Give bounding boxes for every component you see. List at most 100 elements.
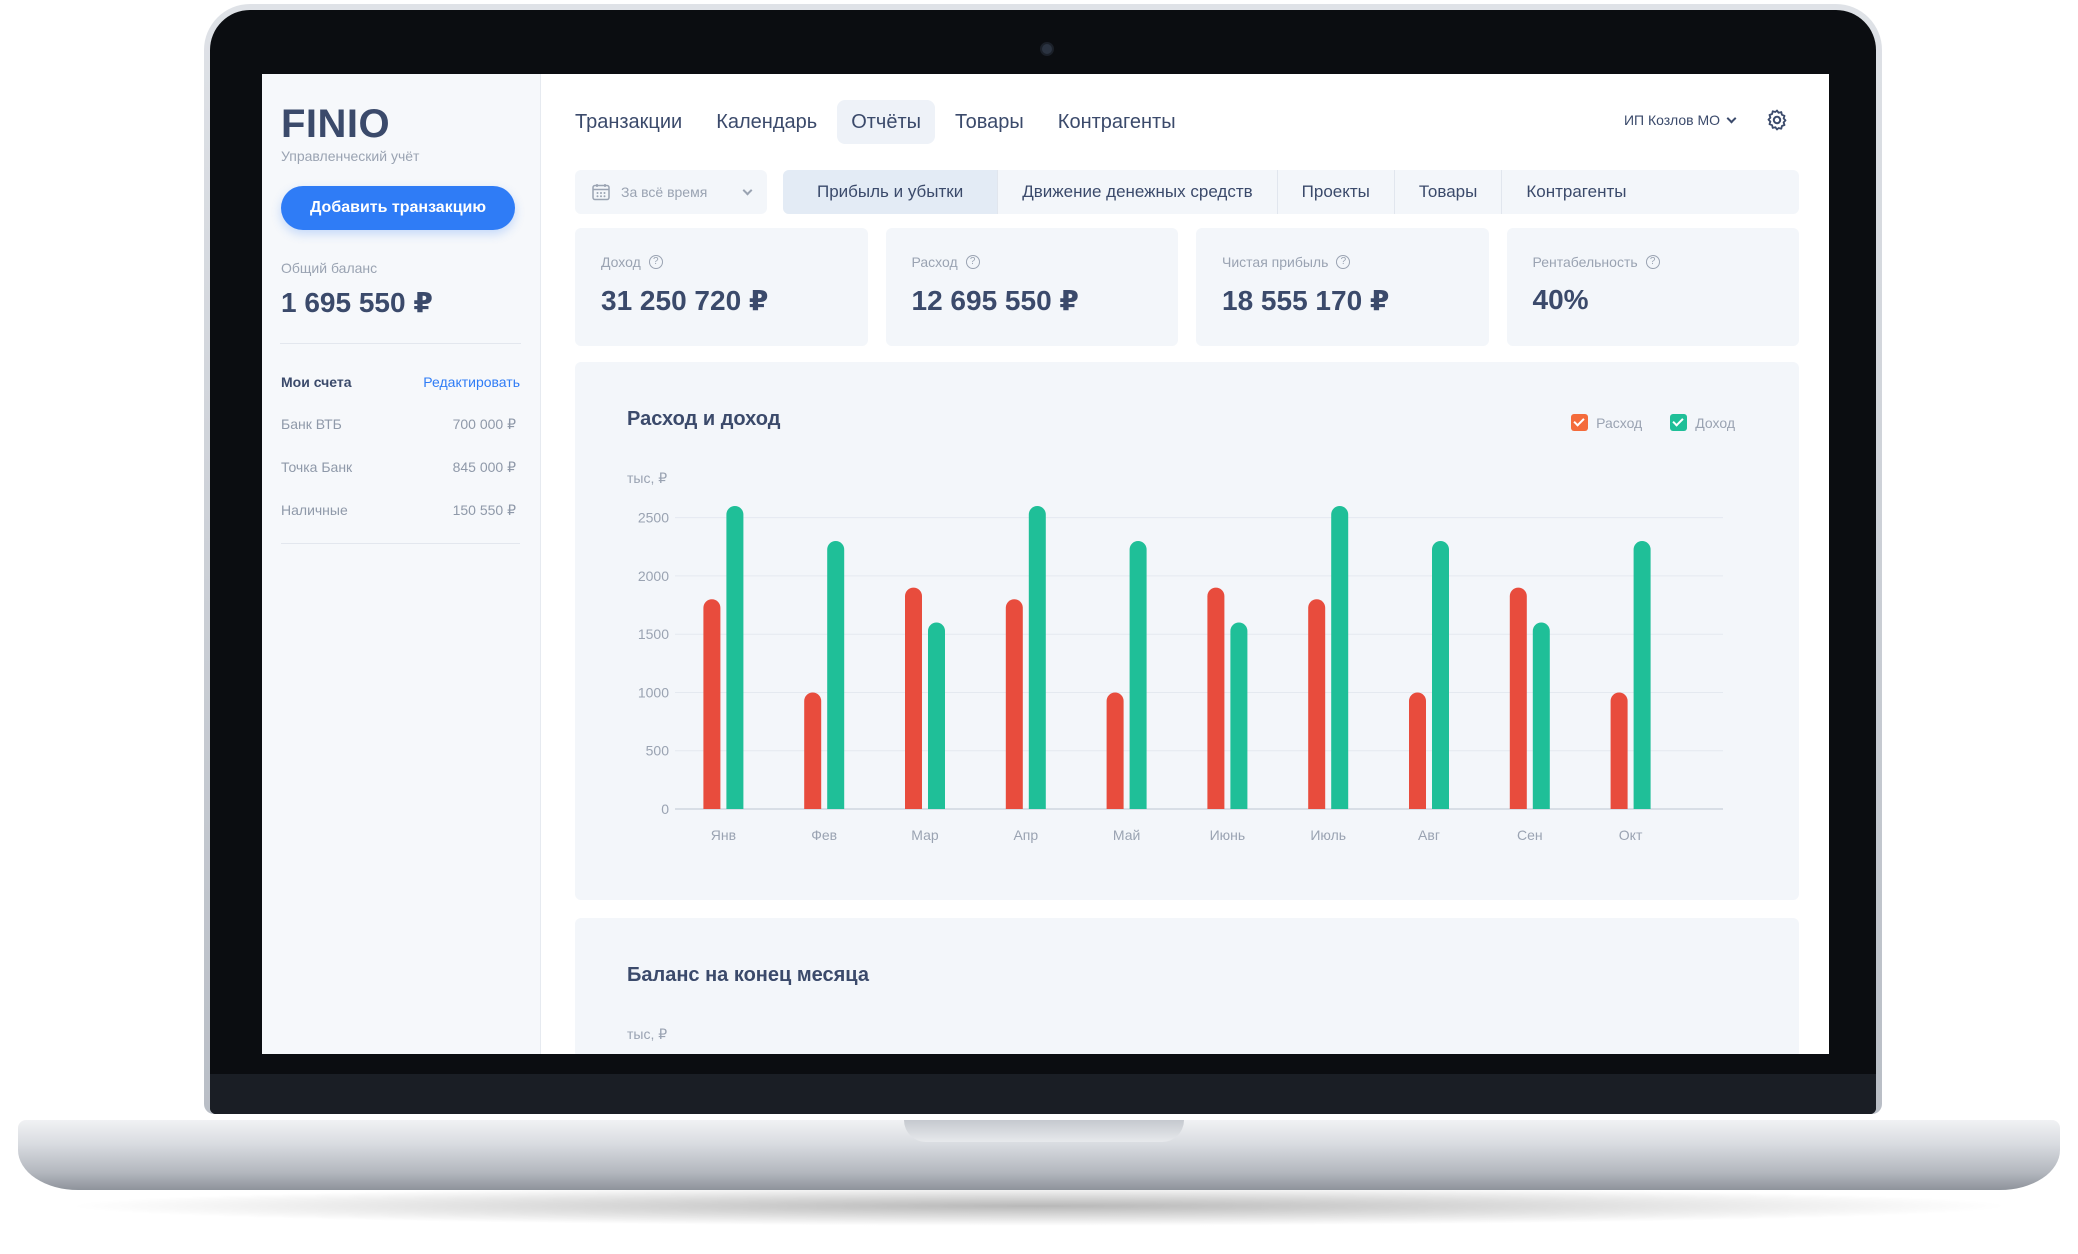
divider — [281, 543, 520, 544]
bar-expense — [703, 599, 721, 809]
logo: FINIO — [281, 102, 391, 146]
kpi-label: Рентабельность — [1532, 254, 1638, 270]
bar-income — [726, 506, 744, 809]
nav-item-contractors[interactable]: Контрагенты — [1044, 100, 1190, 144]
company-name: ИП Козлов МО — [1623, 112, 1720, 128]
help-icon[interactable]: ? — [648, 255, 663, 269]
period-value: За всё время — [621, 184, 708, 200]
bar-income — [1028, 506, 1046, 809]
account-amount: 700 000 ₽ — [452, 416, 516, 432]
bar-expense — [1509, 587, 1527, 809]
kpi-value: 31 250 720 ₽ — [601, 285, 769, 316]
bar-income — [827, 540, 845, 809]
main-content: Транзакции Календарь Отчёты Товары Контр… — [541, 74, 1829, 1054]
bar-expense — [905, 587, 922, 809]
bar-income — [1230, 622, 1248, 809]
top-nav: Транзакции Календарь Отчёты Товары Контр… — [575, 74, 1799, 144]
legend-label: Расход — [1596, 414, 1643, 431]
kpi-value: 18 555 170 ₽ — [1222, 285, 1390, 316]
y-axis-unit: тыс, ₽ — [627, 1026, 668, 1042]
chart-title: Расход и доход — [627, 408, 781, 430]
help-icon[interactable]: ? — [1645, 255, 1660, 269]
balance-value: 1 695 550 ₽ — [281, 287, 433, 318]
account-name: Банк ВТБ — [281, 416, 342, 432]
logo-subtitle: Управленческий учёт — [281, 148, 420, 164]
kpi-value: 40% — [1532, 284, 1589, 315]
help-icon[interactable]: ? — [965, 255, 980, 269]
account-row[interactable]: Точка Банк 845 000 ₽ — [281, 459, 520, 476]
laptop-notch — [904, 1120, 1184, 1142]
kpi-label: Расход — [911, 254, 958, 270]
tab-profit-loss[interactable]: Прибыль и убытки — [783, 170, 999, 214]
x-tick-label: Апр — [1013, 827, 1038, 843]
y-tick-label: 2000 — [638, 568, 669, 584]
checkbox-income[interactable] — [1670, 414, 1688, 431]
divider — [280, 343, 521, 344]
bar-expense — [1005, 599, 1023, 809]
nav-item-transactions[interactable]: Транзакции — [575, 100, 696, 144]
kpi-card-profitability: Рентабельность? 40% — [1506, 228, 1799, 346]
legend-item-expense[interactable]: Расход — [1571, 414, 1642, 431]
account-amount: 150 550 ₽ — [452, 502, 516, 518]
bar-expense — [804, 692, 822, 809]
bar-income — [1129, 540, 1147, 809]
tab-projects[interactable]: Проекты — [1278, 170, 1395, 214]
kpi-row: Доход? 31 250 720 ₽ Расход? 12 695 550 ₽… — [575, 228, 1799, 346]
bar-income — [1432, 540, 1449, 809]
period-select[interactable]: За всё время — [575, 170, 767, 214]
nav-items: Транзакции Календарь Отчёты Товары Контр… — [575, 100, 1190, 144]
x-tick-label: Сен — [1517, 827, 1543, 843]
checkbox-expense[interactable] — [1571, 414, 1589, 431]
legend-label: Доход — [1695, 414, 1735, 431]
x-tick-label: Июнь — [1210, 827, 1246, 843]
nav-item-reports[interactable]: Отчёты — [837, 100, 935, 144]
y-tick-label: 1500 — [638, 626, 669, 642]
y-tick-label: 1000 — [638, 684, 669, 700]
account-name: Точка Банк — [281, 459, 353, 475]
filters-bar: За всё время Прибыль и убытки Движение д… — [575, 170, 1799, 214]
kpi-label: Доход — [601, 254, 641, 270]
bar-expense — [1409, 692, 1426, 809]
bar-expense — [1308, 599, 1326, 809]
calendar-icon — [592, 184, 610, 201]
y-tick-label: 500 — [646, 743, 670, 759]
x-tick-label: Май — [1113, 827, 1140, 843]
tab-cash-flow[interactable]: Движение денежных средств — [998, 170, 1278, 214]
x-tick-label: Янв — [711, 827, 736, 843]
laptop-shadow — [60, 1186, 2018, 1226]
account-row[interactable]: Банк ВТБ 700 000 ₽ — [281, 416, 520, 433]
balance-chart-title: Баланс на конец месяца — [627, 964, 869, 986]
nav-item-products[interactable]: Товары — [941, 100, 1038, 144]
tab-products[interactable]: Товары — [1395, 170, 1503, 214]
accounts-header: Мои счета Редактировать — [281, 374, 520, 390]
y-tick-label: 2500 — [638, 510, 669, 526]
balance-chart-panel: Баланс на конец месяца тыс, ₽ — [575, 918, 1799, 1054]
account-row[interactable]: Наличные 150 550 ₽ — [281, 502, 520, 519]
x-tick-label: Фев — [811, 827, 837, 843]
account-name: Наличные — [281, 502, 348, 518]
bar-expense — [1610, 692, 1628, 809]
gear-icon[interactable] — [1765, 108, 1789, 132]
help-icon[interactable]: ? — [1336, 255, 1351, 269]
add-transaction-button[interactable]: Добавить транзакцию — [281, 186, 515, 230]
accounts-title: Мои счета — [281, 374, 352, 390]
company-selector[interactable]: ИП Козлов МО — [1623, 112, 1737, 128]
screen: FINIO Управленческий учёт Добавить транз… — [262, 74, 1829, 1054]
account-amount: 845 000 ₽ — [452, 459, 516, 475]
chevron-down-icon — [1726, 113, 1737, 123]
tab-contractors[interactable]: Контрагенты — [1502, 170, 1650, 214]
bar-income — [1331, 506, 1349, 809]
expense-income-chart: 0 500 1000 1500 2000 2500 Янв Фев Мар Апр Май Июнь И… — [638, 506, 1723, 843]
balance-label: Общий баланс — [281, 260, 378, 276]
x-tick-label: Июль — [1310, 827, 1346, 843]
chart-legend: Расход Доход — [1571, 414, 1735, 431]
chevron-down-icon — [742, 185, 753, 195]
accounts-edit-link[interactable]: Редактировать — [423, 374, 520, 390]
bar-income — [928, 622, 945, 809]
camera-icon — [1040, 42, 1054, 56]
sidebar: FINIO Управленческий учёт Добавить транз… — [262, 74, 541, 1054]
y-tick-label: 0 — [661, 801, 669, 817]
legend-item-income[interactable]: Доход — [1670, 414, 1735, 431]
nav-item-calendar[interactable]: Календарь — [702, 100, 831, 144]
x-tick-label: Мар — [911, 827, 939, 843]
